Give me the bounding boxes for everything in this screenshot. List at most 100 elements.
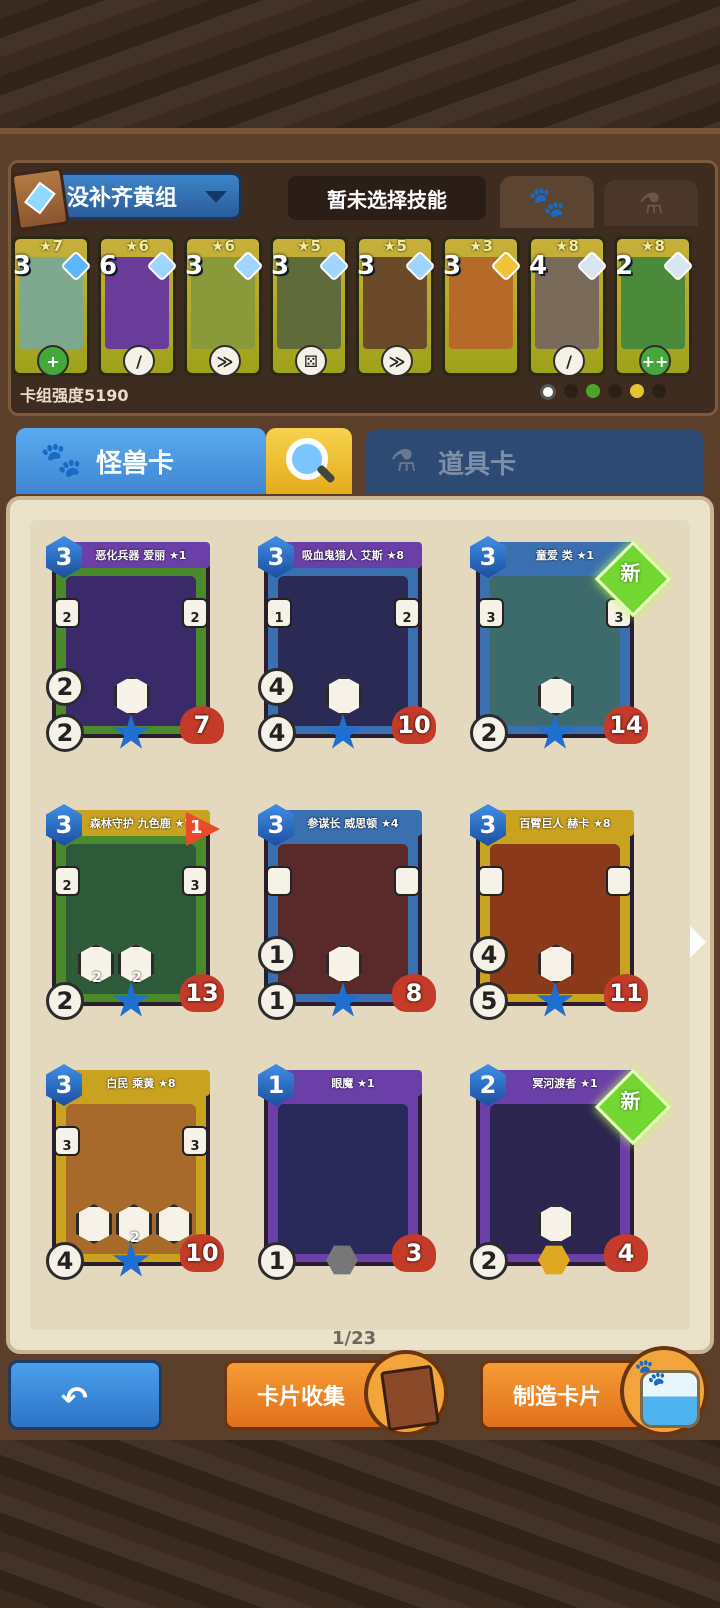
monster-card[interactable]: 恶化兵器 爱丽 ★1 3 2 2 2 2 7 — [46, 536, 224, 754]
back-arrow-icon: ↶ — [61, 1379, 88, 1417]
back-button[interactable]: ↶ — [8, 1360, 162, 1430]
card-trait-right: 3 — [182, 866, 208, 896]
monster-card[interactable]: 吸血鬼猎人 艾斯 ★8 3 1 2 4 4 10 — [258, 536, 436, 754]
deck-card[interactable]: ★5 3 ⚄ — [270, 236, 350, 377]
card-attack: 2 — [46, 982, 84, 1020]
deck-name-label: 没补齐黄组 — [67, 186, 178, 211]
monster-card[interactable]: 森林守护 九色鹿 ★7 3 2 3 2 2 2 13 1 — [46, 804, 224, 1022]
card-name: 眼魔 ★1 — [284, 1070, 422, 1096]
card-trait-left: 2 — [54, 866, 80, 896]
card-attack: 1 — [258, 982, 296, 1020]
card-cost: 6 — [99, 251, 118, 281]
card-cost: 3 — [13, 251, 32, 281]
potion-icon[interactable]: ⚗ — [604, 180, 698, 226]
deck-card[interactable]: ★7 3 + — [12, 236, 92, 377]
card-trait-left — [266, 866, 292, 896]
card-name: 吸血鬼猎人 艾斯 ★8 — [284, 542, 422, 568]
next-page-icon[interactable] — [690, 926, 706, 958]
beast-icon[interactable] — [564, 384, 578, 398]
card-speed: 4 — [470, 936, 508, 974]
monster-card[interactable]: 百臂巨人 赫卡 ★8 3 4 5 11 — [470, 804, 648, 1022]
card-name: 白民 乘黄 ★8 — [72, 1070, 210, 1096]
card-trait-right: 2 — [394, 598, 420, 628]
card-trait-left: 1 — [266, 598, 292, 628]
all-icon[interactable] — [540, 384, 556, 400]
card-cost: 3 — [443, 251, 462, 281]
heal-icon: ++ — [639, 345, 671, 377]
card-attack: 4 — [46, 1242, 84, 1280]
deck-card[interactable]: ★5 3 ≫ — [356, 236, 436, 377]
monster-card[interactable]: 童爱 类 ★1 3 3 3 2 14 新 — [470, 536, 672, 754]
card-health: 10 — [180, 1234, 224, 1272]
sword-icon: / — [123, 345, 155, 377]
card-name: 参谋长 威思顿 ★4 — [284, 810, 422, 836]
deck-book-icon — [10, 166, 70, 232]
card-attack: 2 — [470, 714, 508, 752]
paw-icon[interactable]: 🐾 — [500, 176, 594, 228]
sword-icon: / — [553, 345, 585, 377]
tab-label: 怪兽卡 — [96, 448, 175, 479]
deck-card[interactable]: ★8 2 ++ — [614, 236, 694, 377]
card-health: 8 — [392, 974, 436, 1012]
heal-icon: + — [37, 345, 69, 377]
deck-card[interactable]: ★6 3 ≫ — [184, 236, 264, 377]
monster-card[interactable]: 冥河渡者 ★1 2 2 4 新 — [470, 1064, 672, 1282]
card-trait-right: 3 — [182, 1126, 208, 1156]
chevron-down-icon — [205, 191, 227, 203]
deck-card-row: ★7 3 + ★6 6 / ★6 3 ≫ ★5 3 ⚄ ★5 3 ≫ ★3 3 — [10, 236, 710, 384]
skill-selector[interactable]: 暂未选择技能 — [288, 176, 486, 220]
search-button[interactable] — [266, 428, 352, 494]
card-attack: 2 — [470, 1242, 508, 1280]
background-bottom — [0, 1440, 720, 1608]
deck-card[interactable]: ★8 4 / — [528, 236, 608, 377]
card-cost: 3 — [271, 251, 290, 281]
page-indicator: 1/23 — [332, 1328, 377, 1349]
card-speed: 1 — [258, 936, 296, 974]
bow-icon: ≫ — [381, 345, 413, 377]
card-attack: 2 — [46, 714, 84, 752]
card-cost: 2 — [615, 251, 634, 281]
button-label: 制造卡片 — [513, 1385, 602, 1410]
tab-label: 道具卡 — [438, 449, 517, 480]
bow-icon: ≫ — [209, 345, 241, 377]
ability-count: 2 — [92, 970, 102, 986]
plant-icon[interactable] — [586, 384, 600, 398]
card-art — [278, 1104, 408, 1254]
card-cost: 4 — [529, 251, 548, 281]
card-name: 恶化兵器 爱丽 ★1 — [72, 542, 210, 568]
dice-icon: ⚄ — [295, 345, 327, 377]
card-book-icon[interactable] — [364, 1350, 448, 1436]
card-trait-left: 3 — [478, 598, 504, 628]
potion-icon: ⚗ — [390, 444, 417, 479]
paw-icon: 🐾 — [40, 440, 83, 480]
card-cost: 3 — [185, 251, 204, 281]
dark-icon[interactable] — [652, 384, 666, 398]
monster-card[interactable]: 参谋长 威思顿 ★4 3 1 1 8 — [258, 804, 436, 1022]
card-trait-left — [478, 866, 504, 896]
deck-power: 卡组强度5190 — [20, 386, 129, 405]
card-attack: 4 — [258, 714, 296, 752]
monster-card[interactable]: 白民 乘黄 ★8 3 3 3 2 4 10 — [46, 1064, 224, 1282]
deck-card[interactable]: ★3 3 — [442, 236, 522, 376]
card-health: 7 — [180, 706, 224, 744]
card-health: 3 — [392, 1234, 436, 1272]
card-trait-left: 2 — [54, 598, 80, 628]
tab-monster-cards[interactable]: 🐾 怪兽卡 — [16, 428, 266, 494]
card-trait-right — [606, 866, 632, 896]
button-label: 卡片收集 — [257, 1385, 346, 1410]
card-attack: 5 — [470, 982, 508, 1020]
card-name: 百臂巨人 赫卡 ★8 — [496, 810, 634, 836]
lightning-icon[interactable] — [630, 384, 644, 398]
potion-jar-icon[interactable]: 🐾 — [620, 1346, 708, 1436]
card-health: 11 — [604, 974, 648, 1012]
card-health: 13 — [180, 974, 224, 1012]
ability-count: 2 — [132, 970, 142, 986]
deck-card[interactable]: ★6 6 / — [98, 236, 178, 377]
monster-card[interactable]: 眼魔 ★1 1 1 3 — [258, 1064, 436, 1282]
tab-item-cards[interactable]: ⚗ 道具卡 — [366, 430, 704, 494]
card-attack: 1 — [258, 1242, 296, 1280]
element-filter-icons — [540, 384, 666, 400]
card-cost: 3 — [357, 251, 376, 281]
fire-icon[interactable] — [608, 384, 622, 398]
card-trait-right: 2 — [182, 598, 208, 628]
